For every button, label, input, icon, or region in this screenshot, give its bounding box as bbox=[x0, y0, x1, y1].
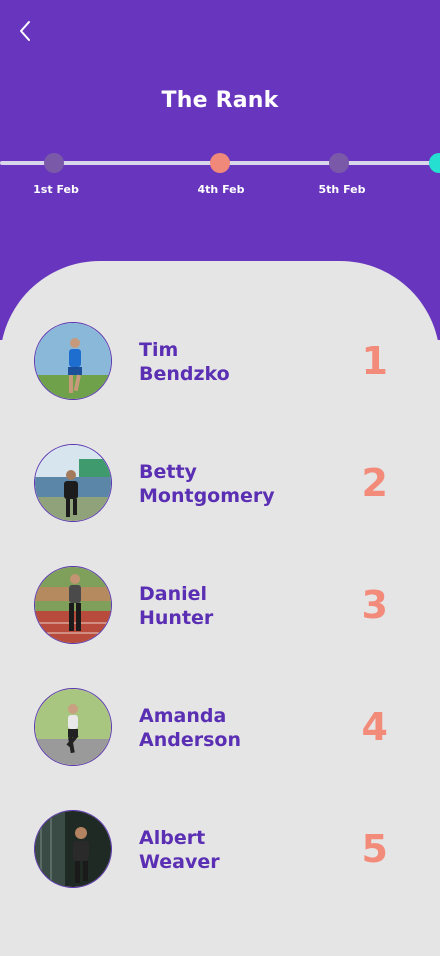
timeline-dot-5th-feb[interactable] bbox=[329, 153, 349, 173]
date-label-5th-feb[interactable]: 5th Feb bbox=[319, 183, 366, 196]
last-name: Bendzko bbox=[139, 363, 230, 385]
rank-row-albert-weaver[interactable]: Albert Weaver 5 bbox=[0, 810, 440, 932]
last-name: Montgomery bbox=[139, 485, 275, 507]
rank-row-betty-montgomery[interactable]: Betty Montgomery 2 bbox=[0, 444, 440, 566]
athlete-name: Tim Bendzko bbox=[139, 338, 339, 386]
first-name: Tim bbox=[139, 339, 179, 361]
avatar bbox=[34, 566, 112, 644]
first-name: Daniel bbox=[139, 583, 208, 605]
rank-number: 5 bbox=[361, 827, 388, 871]
first-name: Amanda bbox=[139, 705, 227, 727]
rank-row-daniel-hunter[interactable]: Daniel Hunter 3 bbox=[0, 566, 440, 688]
athlete-name: Amanda Anderson bbox=[139, 704, 339, 752]
timeline-dot-next[interactable] bbox=[429, 153, 440, 173]
date-label-4th-feb[interactable]: 4th Feb bbox=[198, 183, 245, 196]
rank-number: 2 bbox=[361, 461, 388, 505]
date-label-1st-feb[interactable]: 1st Feb bbox=[33, 183, 79, 196]
last-name: Anderson bbox=[139, 729, 241, 751]
date-timeline: 1st Feb 4th Feb 5th Feb bbox=[0, 150, 440, 200]
last-name: Weaver bbox=[139, 851, 220, 873]
avatar bbox=[34, 322, 112, 400]
rank-row-amanda-anderson[interactable]: Amanda Anderson 4 bbox=[0, 688, 440, 810]
page-title: The Rank bbox=[161, 88, 279, 113]
first-name: Albert bbox=[139, 827, 206, 849]
athlete-name: Daniel Hunter bbox=[139, 582, 339, 630]
rank-number: 3 bbox=[361, 583, 388, 627]
avatar bbox=[34, 810, 112, 888]
avatar bbox=[34, 444, 112, 522]
back-button[interactable] bbox=[10, 16, 40, 46]
first-name: Betty bbox=[139, 461, 197, 483]
avatar bbox=[34, 688, 112, 766]
athlete-name: Betty Montgomery bbox=[139, 460, 339, 508]
rank-number: 1 bbox=[361, 339, 388, 383]
timeline-dot-1st-feb[interactable] bbox=[44, 153, 64, 173]
timeline-dot-4th-feb[interactable] bbox=[210, 153, 230, 173]
rank-row-tim-bendzko[interactable]: Tim Bendzko 1 bbox=[0, 322, 440, 444]
last-name: Hunter bbox=[139, 607, 214, 629]
rank-number: 4 bbox=[361, 705, 388, 749]
chevron-left-icon bbox=[20, 21, 30, 41]
ranking-list: Tim Bendzko 1 Betty Montgomery 2 Daniel … bbox=[0, 322, 440, 932]
athlete-name: Albert Weaver bbox=[139, 826, 339, 874]
